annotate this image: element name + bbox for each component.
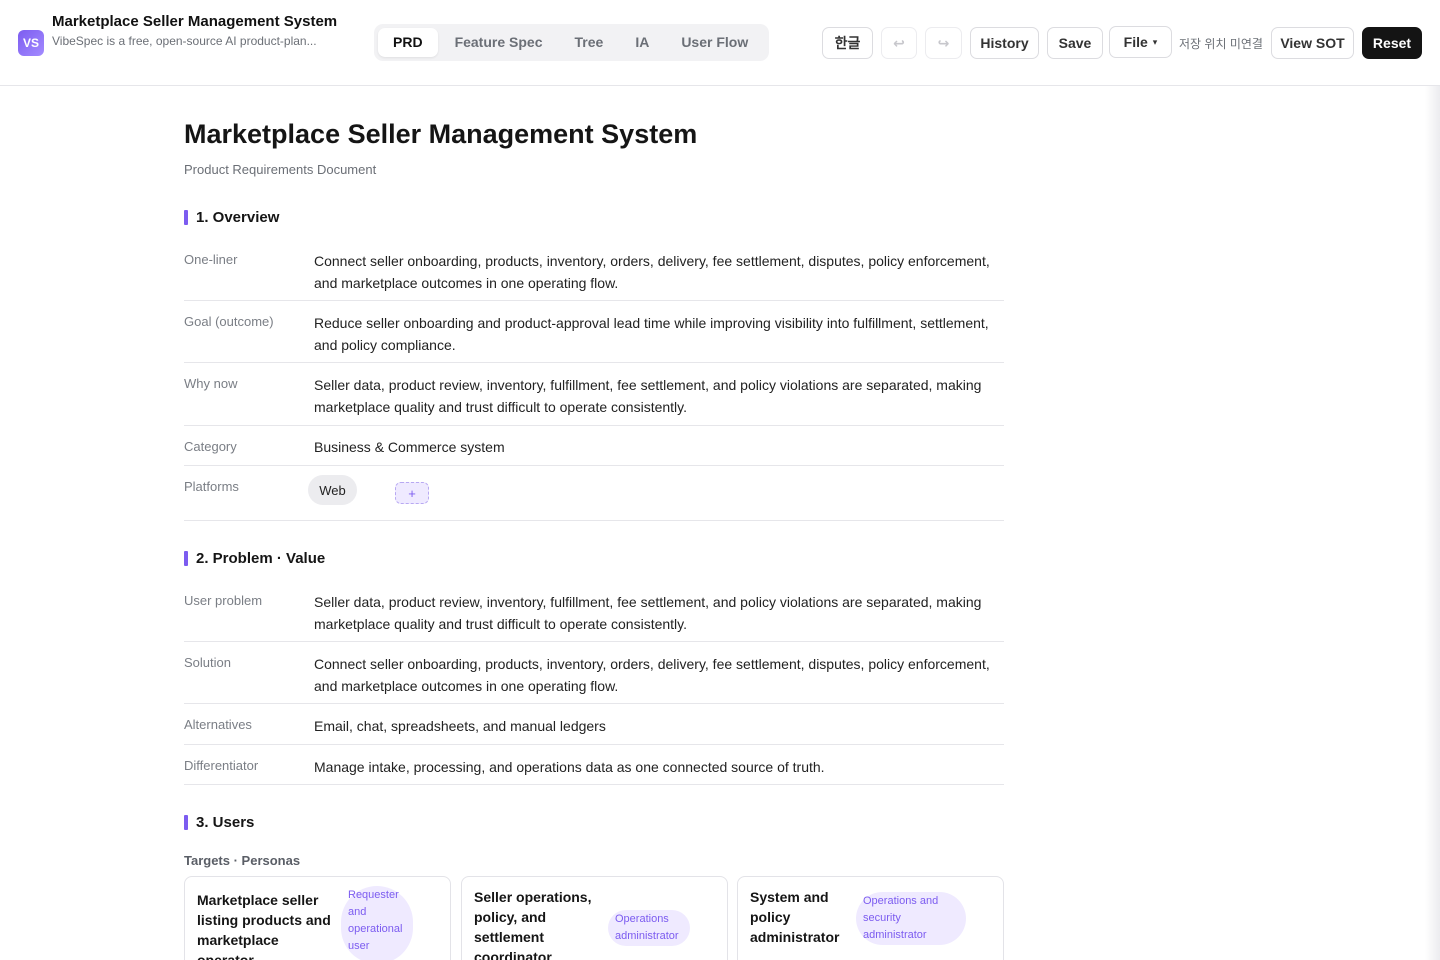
field-value[interactable]: Reduce seller onboarding and product-app… [314, 312, 1004, 356]
field-value[interactable]: Business & Commerce system [314, 436, 1004, 458]
field-value[interactable]: Connect seller onboarding, products, inv… [314, 250, 1004, 294]
personas-subheading: Targets · Personas [184, 853, 301, 868]
persona-role-badge: Requester and operational user [341, 886, 413, 960]
field-value[interactable]: Seller data, product review, inventory, … [314, 591, 1004, 635]
section-heading-overview: 1. Overview [184, 209, 279, 226]
add-platform-button[interactable]: + [395, 482, 429, 504]
field-value[interactable]: Connect seller onboarding, products, inv… [314, 653, 1004, 697]
view-sot-button[interactable]: View SOT [1271, 27, 1354, 59]
save-button[interactable]: Save [1047, 27, 1103, 59]
section-heading-problem-value: 2. Problem · Value [184, 550, 325, 567]
persona-role-badge: Operations administrator [608, 910, 690, 946]
tab-prd[interactable]: PRD [378, 28, 438, 57]
persona-card[interactable]: System and policy administrator Operatio… [737, 876, 1004, 960]
persona-card[interactable]: Seller operations, policy, and settlemen… [461, 876, 728, 960]
tab-ia[interactable]: IA [620, 28, 664, 57]
field-row[interactable]: Goal (outcome) Reduce seller onboarding … [184, 312, 1004, 363]
redo-icon: ↪ [937, 34, 950, 51]
field-label: Differentiator [184, 758, 259, 773]
field-row[interactable]: User problem Seller data, product review… [184, 591, 1004, 642]
persona-title: Seller operations, policy, and settlemen… [474, 889, 592, 960]
file-label: File [1123, 34, 1148, 50]
app-title: Marketplace Seller Management System [52, 13, 338, 30]
file-menu-button[interactable]: File ▾ [1109, 26, 1172, 58]
chevron-down-icon: ▾ [1152, 36, 1158, 47]
field-label: One-liner [184, 252, 238, 267]
field-row[interactable]: Solution Connect seller onboarding, prod… [184, 653, 1004, 704]
field-value[interactable]: Manage intake, processing, and operation… [314, 756, 1004, 778]
tab-tree[interactable]: Tree [560, 28, 619, 57]
field-value[interactable]: Seller data, product review, inventory, … [314, 374, 1004, 418]
field-label: Platforms [184, 479, 239, 494]
persona-card[interactable]: Marketplace seller listing products and … [184, 876, 451, 960]
brand: VS Marketplace Seller Management System … [18, 10, 342, 56]
doc-title: Marketplace Seller Management System [184, 119, 698, 149]
field-row[interactable]: Why now Seller data, product review, inv… [184, 374, 1004, 426]
field-row[interactable]: Category Business & Commerce system [184, 436, 1004, 466]
app-subtitle: VibeSpec is a free, open-source AI produ… [52, 34, 317, 48]
field-row[interactable]: One-liner Connect seller onboarding, pro… [184, 250, 1004, 301]
field-label: User problem [184, 593, 263, 608]
language-toggle-button[interactable]: 한글 [822, 27, 873, 59]
platform-chip-web[interactable]: Web [308, 475, 357, 505]
history-button[interactable]: History [970, 27, 1039, 59]
field-label: Alternatives [184, 717, 252, 732]
persona-role-badge: Operations and security administrator [856, 892, 966, 945]
save-location-status: 저장 위치 미연결 [1179, 37, 1263, 51]
app-logo: VS [18, 30, 44, 56]
field-label: Category [184, 439, 237, 454]
top-bar: VS Marketplace Seller Management System … [0, 0, 1440, 86]
view-tabs: PRD Feature Spec Tree IA User Flow [374, 24, 770, 61]
undo-button[interactable]: ↩ [881, 27, 917, 59]
tab-feature-spec[interactable]: Feature Spec [440, 28, 558, 57]
persona-title: Marketplace seller listing products and … [197, 892, 331, 960]
field-label: Goal (outcome) [184, 314, 274, 329]
platforms-row: Platforms Web + [184, 475, 1004, 521]
tab-user-flow[interactable]: User Flow [666, 28, 763, 57]
persona-title: System and policy administrator [750, 889, 840, 945]
scroll-edge [1425, 86, 1440, 960]
undo-icon: ↩ [893, 34, 905, 51]
field-row[interactable]: Differentiator Manage intake, processing… [184, 756, 1004, 785]
reset-button[interactable]: Reset [1362, 27, 1422, 59]
doc-subtitle: Product Requirements Document [184, 162, 377, 177]
redo-button[interactable]: ↪ [925, 27, 962, 59]
field-value[interactable]: Email, chat, spreadsheets, and manual le… [314, 715, 1004, 737]
field-row[interactable]: Alternatives Email, chat, spreadsheets, … [184, 715, 1004, 745]
field-label: Why now [184, 376, 238, 391]
section-heading-users: 3. Users [184, 814, 254, 831]
field-label: Solution [184, 655, 231, 670]
